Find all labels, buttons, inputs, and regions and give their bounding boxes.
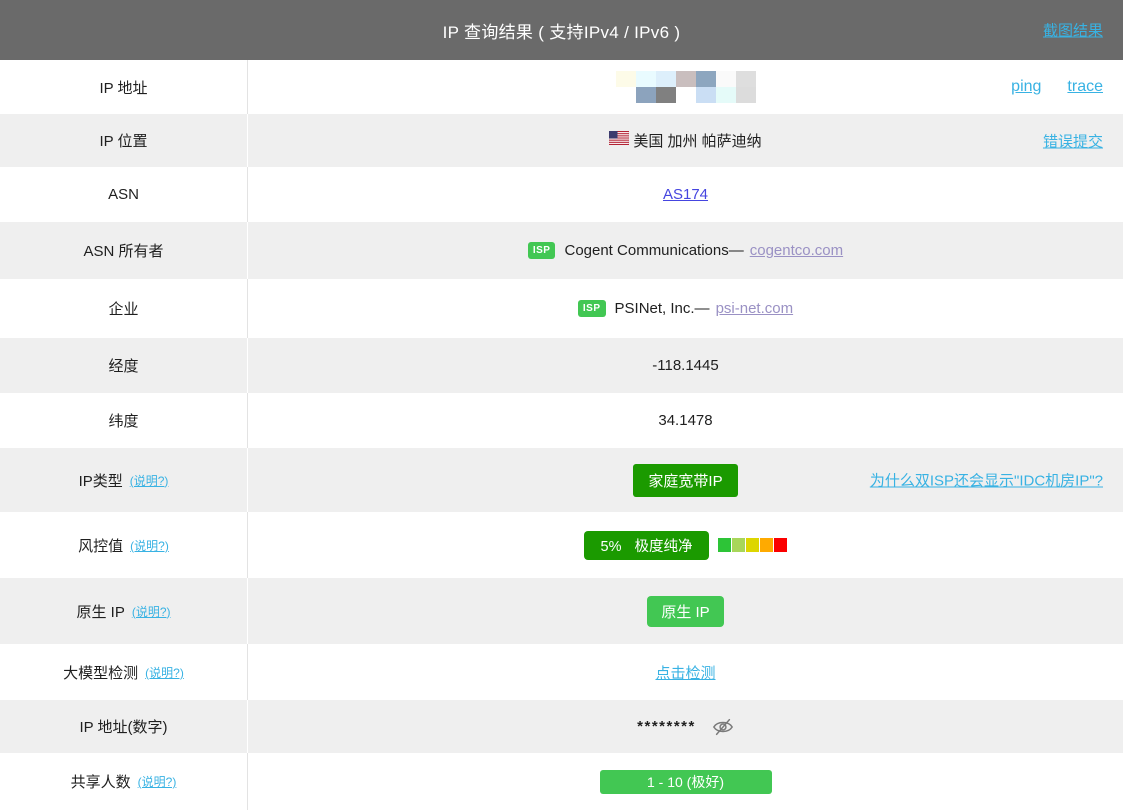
- latitude-value: 34.1478: [658, 412, 712, 429]
- masked-ip-number: ********: [637, 718, 696, 735]
- row-label: ASN 所有者: [83, 240, 163, 261]
- row-label-cell: 风控值 (说明?): [0, 512, 248, 578]
- isp-badge: ISP: [528, 242, 556, 259]
- row-label-cell: IP 地址: [0, 60, 248, 114]
- row-value-cell: 1 - 10 (极好): [248, 753, 1123, 810]
- asn-owner-domain-link[interactable]: cogentco.com: [750, 242, 843, 259]
- row-value-cell: 原生 IP: [248, 578, 1123, 644]
- row-label: 大模型检测: [63, 662, 138, 683]
- row-value-cell: ISP Cogent Communications— cogentco.com: [248, 222, 1123, 279]
- table-row: IP类型 (说明?) 家庭宽带IP 为什么双ISP还会显示"IDC机房IP"?: [0, 448, 1123, 512]
- asn-number-link[interactable]: AS174: [663, 186, 708, 203]
- us-flag-icon: [609, 131, 629, 150]
- row-label-cell: ASN 所有者: [0, 222, 248, 279]
- row-label-cell: 纬度: [0, 393, 248, 448]
- row-value-cell: ping trace: [248, 60, 1123, 114]
- row-label: IP 地址: [99, 77, 147, 98]
- table-row: 企业 ISP PSINet, Inc.— psi-net.com: [0, 279, 1123, 338]
- table-row: 风控值 (说明?) 5% 极度纯净: [0, 512, 1123, 578]
- why-dual-isp-link[interactable]: 为什么双ISP还会显示"IDC机房IP"?: [870, 470, 1103, 491]
- row-value-cell: 家庭宽带IP 为什么双ISP还会显示"IDC机房IP"?: [248, 448, 1123, 512]
- row-label: 纬度: [108, 410, 138, 431]
- row-label-cell: 经度: [0, 338, 248, 393]
- asn-owner-name: Cogent Communications—: [564, 242, 743, 259]
- table-row: ASN 所有者 ISP Cogent Communications— cogen…: [0, 222, 1123, 279]
- native-ip-badge: 原生 IP: [647, 596, 723, 627]
- row-value-cell: ********: [248, 700, 1123, 753]
- row-label-cell: IP 位置: [0, 114, 248, 167]
- row-value-cell: -118.1445: [248, 338, 1123, 393]
- trace-link[interactable]: trace: [1067, 78, 1103, 96]
- row-label: IP类型: [79, 470, 123, 491]
- row-label: IP 位置: [99, 130, 147, 151]
- isp-badge: ISP: [578, 300, 606, 317]
- longitude-value: -118.1445: [652, 357, 718, 374]
- risk-score-badge: 5% 极度纯净: [584, 531, 710, 560]
- table-row: 纬度 34.1478: [0, 393, 1123, 448]
- row-value-cell: 34.1478: [248, 393, 1123, 448]
- ping-link[interactable]: ping: [1011, 78, 1041, 96]
- table-row: ASN AS174: [0, 167, 1123, 222]
- ip-type-badge: 家庭宽带IP: [633, 464, 737, 497]
- ip-location-value: 美国 加州 帕萨迪纳: [633, 130, 761, 151]
- header-bar: IP 查询结果 ( 支持IPv4 / IPv6 ) 截图结果: [0, 0, 1123, 60]
- ip-query-result-page: IP 查询结果 ( 支持IPv4 / IPv6 ) 截图结果 IP 地址 pin…: [0, 0, 1123, 810]
- explain-link[interactable]: (说明?): [132, 603, 171, 620]
- table-row: 经度 -118.1445: [0, 338, 1123, 393]
- table-row: IP 位置 美国 加州 帕萨迪纳 错误提交: [0, 114, 1123, 167]
- risk-label: 极度纯净: [634, 539, 692, 555]
- row-label: 企业: [108, 298, 138, 319]
- page-title: IP 查询结果 ( 支持IPv4 / IPv6 ): [443, 18, 681, 43]
- screenshot-result-link[interactable]: 截图结果: [1043, 20, 1103, 41]
- row-value-cell: AS174: [248, 167, 1123, 222]
- row-label-cell: 大模型检测 (说明?): [0, 644, 248, 700]
- explain-link[interactable]: (说明?): [145, 664, 184, 681]
- explain-link[interactable]: (说明?): [138, 773, 177, 790]
- row-label: IP 地址(数字): [79, 716, 167, 737]
- table-row: 原生 IP (说明?) 原生 IP: [0, 578, 1123, 644]
- row-value-cell: 美国 加州 帕萨迪纳 错误提交: [248, 114, 1123, 167]
- explain-link[interactable]: (说明?): [130, 472, 169, 489]
- eye-off-icon[interactable]: [712, 716, 734, 738]
- shared-count-badge: 1 - 10 (极好): [600, 770, 772, 794]
- table-row: IP 地址 ping trace: [0, 60, 1123, 114]
- error-submit-link[interactable]: 错误提交: [1043, 130, 1103, 151]
- risk-scale-bar: [718, 538, 787, 552]
- risk-percent: 5%: [601, 539, 622, 555]
- row-value-cell: 点击检测: [248, 644, 1123, 700]
- row-label-cell: 共享人数 (说明?): [0, 753, 248, 810]
- row-label-cell: 原生 IP (说明?): [0, 578, 248, 644]
- click-detect-link[interactable]: 点击检测: [655, 662, 715, 683]
- row-label-cell: IP类型 (说明?): [0, 448, 248, 512]
- row-label: 经度: [108, 355, 138, 376]
- row-label-cell: IP 地址(数字): [0, 700, 248, 753]
- row-label: 风控值: [78, 535, 123, 556]
- row-label: 共享人数: [71, 771, 131, 792]
- table-row: IP 地址(数字) ********: [0, 700, 1123, 753]
- enterprise-domain-link[interactable]: psi-net.com: [716, 300, 794, 317]
- row-value-cell: 5% 极度纯净: [248, 512, 1123, 578]
- ip-address-mosaic: [616, 71, 756, 103]
- table-row: 共享人数 (说明?) 1 - 10 (极好): [0, 753, 1123, 810]
- explain-link[interactable]: (说明?): [130, 537, 169, 554]
- row-label-cell: 企业: [0, 279, 248, 338]
- row-label: ASN: [108, 186, 139, 203]
- enterprise-name: PSINet, Inc.—: [615, 300, 710, 317]
- row-value-cell: ISP PSINet, Inc.— psi-net.com: [248, 279, 1123, 338]
- table-row: 大模型检测 (说明?) 点击检测: [0, 644, 1123, 700]
- row-label: 原生 IP: [76, 601, 124, 622]
- row-label-cell: ASN: [0, 167, 248, 222]
